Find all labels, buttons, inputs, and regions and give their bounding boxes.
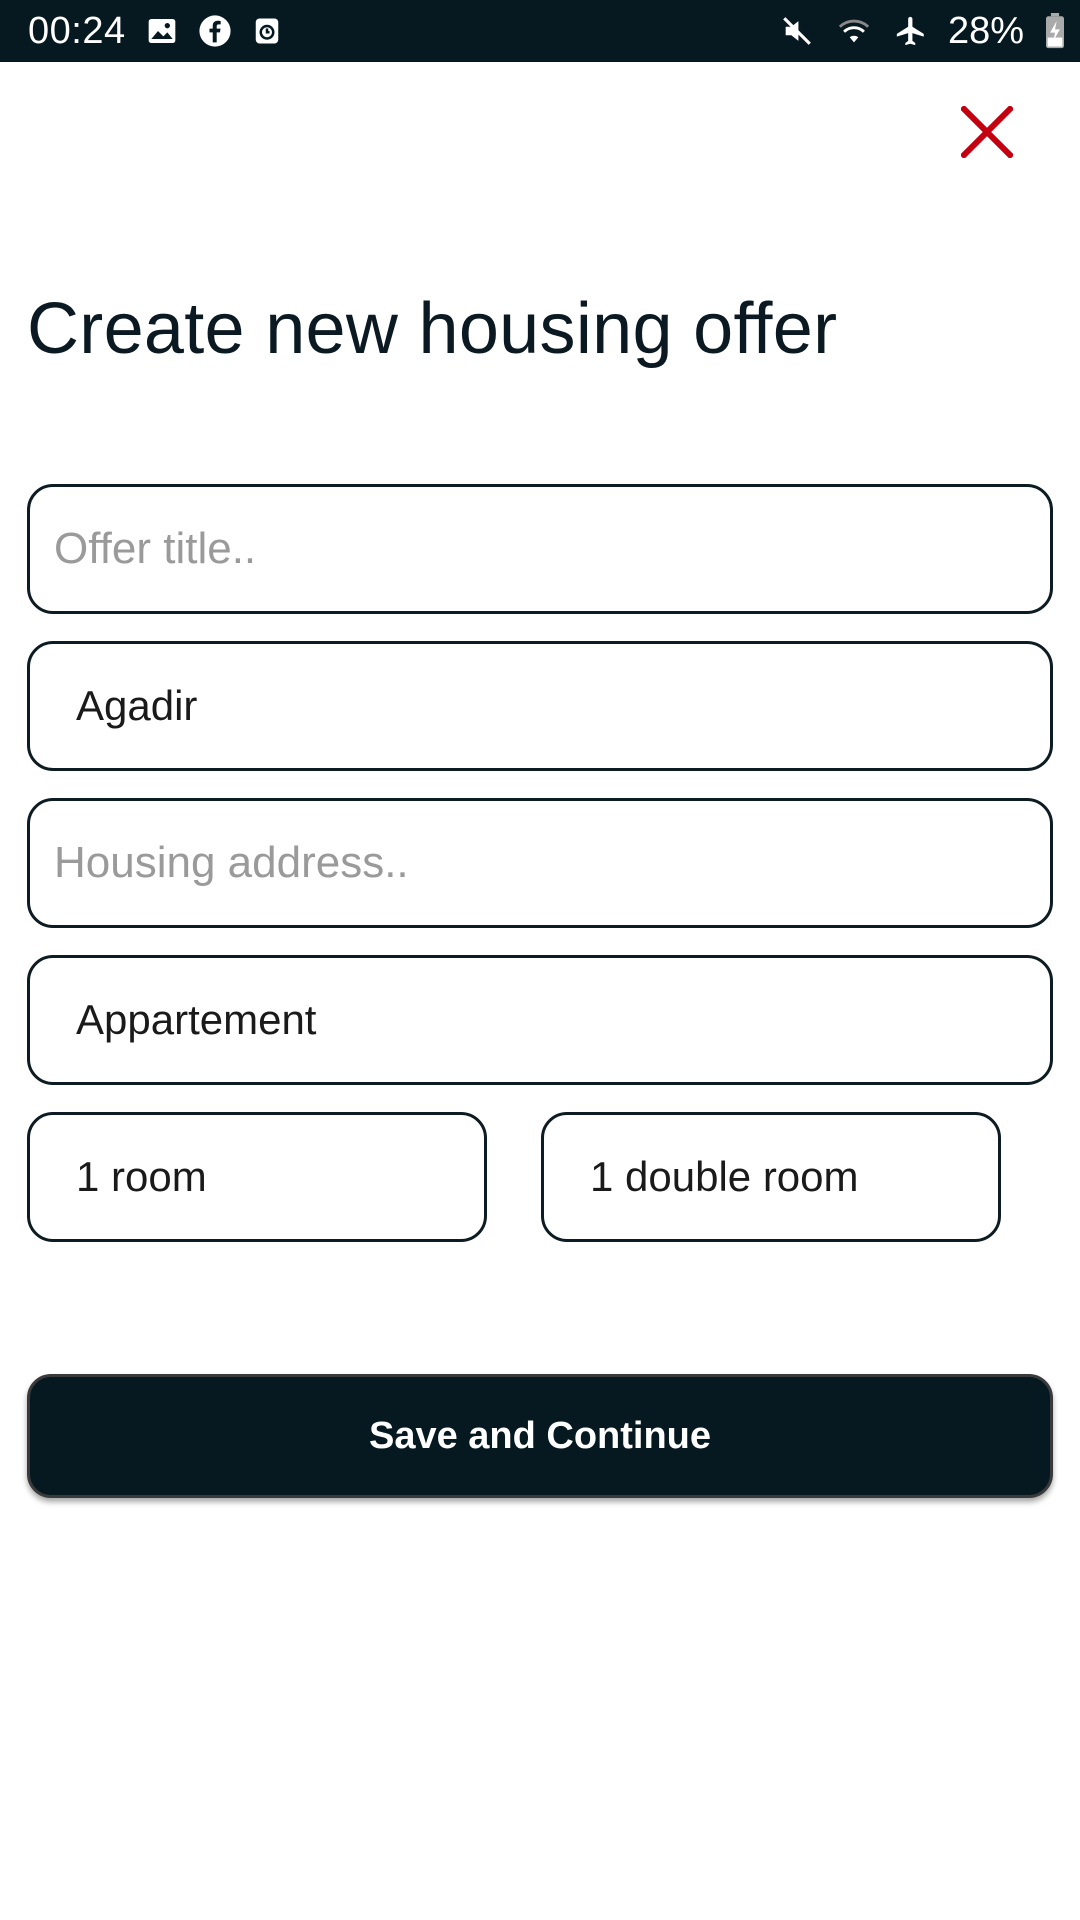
page-title: Create new housing offer [27,289,838,369]
offer-title-input[interactable] [30,487,1050,611]
airplane-icon [894,14,928,48]
close-icon [961,106,1013,158]
status-right: 28% [780,10,1066,53]
save-button-label: Save and Continue [368,1414,712,1457]
wifi-icon [834,14,874,48]
bed-type-value: 1 double room [590,1153,859,1200]
close-button[interactable] [955,100,1019,164]
save-and-continue-button[interactable]: Save and Continue [27,1374,1053,1498]
housing-address-input[interactable] [30,801,1050,925]
battery-percentage: 28% [947,9,1024,52]
bed-type-select[interactable]: 1 double room [541,1112,1001,1242]
mute-icon [780,14,814,48]
facebook-icon [198,14,232,48]
housing-type-select[interactable]: Appartement [27,955,1053,1085]
clock-app-icon [252,15,282,47]
city-select[interactable]: Agadir [27,641,1053,771]
offer-title-field[interactable] [27,484,1053,614]
address-field[interactable] [27,798,1053,928]
status-time: 00:24 [28,9,126,52]
housing-type-value: Appartement [76,996,317,1043]
status-bar: 00:24 28% [0,0,1080,62]
status-left: 00:24 [28,10,282,53]
image-icon [146,15,178,47]
rooms-select[interactable]: 1 room [27,1112,487,1242]
rooms-value: 1 room [76,1153,207,1200]
battery-charging-icon [1044,13,1066,49]
city-value: Agadir [76,682,198,729]
